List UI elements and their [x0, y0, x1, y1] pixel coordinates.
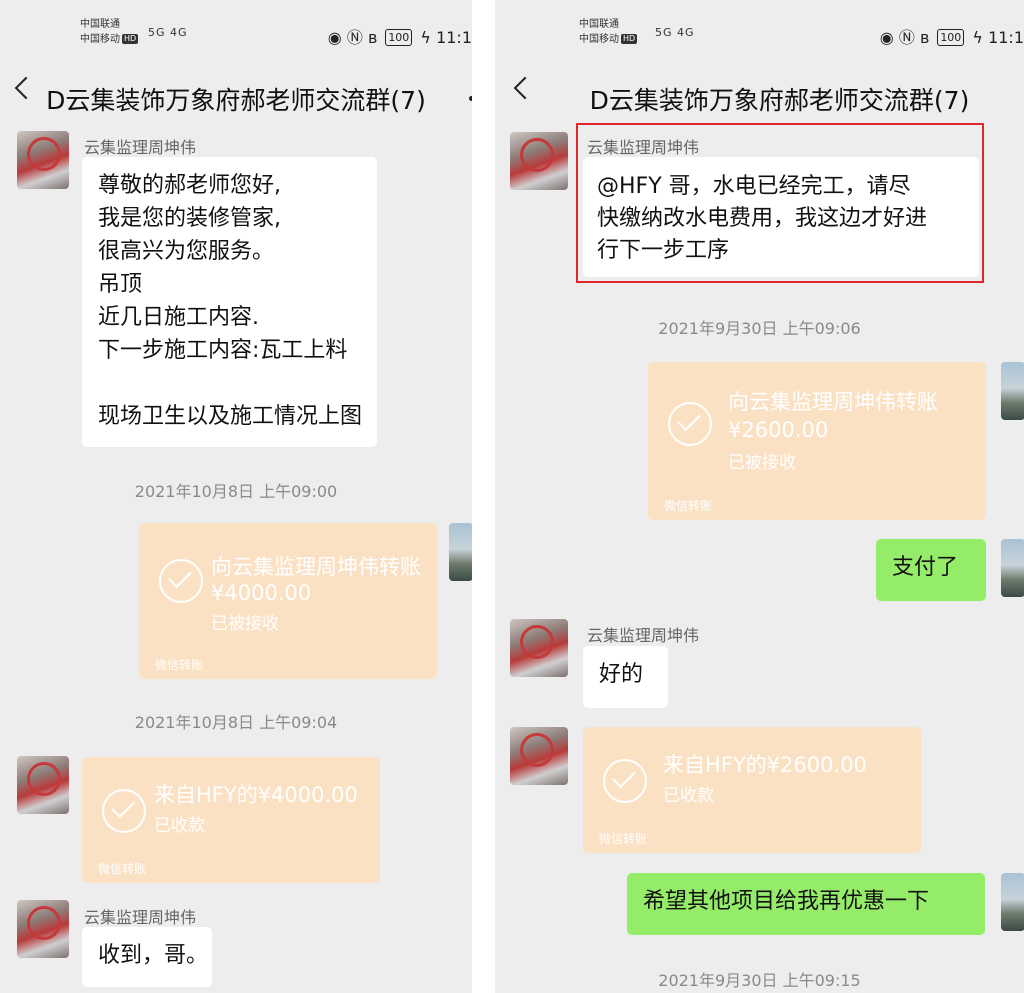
message-line: 希望其他项目给我再优惠一下	[643, 889, 930, 914]
clock: 11:1	[988, 28, 1024, 47]
transfer-title: 来自HFY的¥4000.00	[154, 783, 358, 807]
bluetooth-icon: ʙ	[367, 28, 378, 47]
avatar[interactable]	[17, 900, 69, 958]
transfer-footer: 微信转账	[599, 832, 648, 846]
left-screenshot: 中国联通 中国移动 HD 5G 4G ◉ Ⓝ ʙ 100 ϟ 11:1 D云集装饰…	[0, 0, 472, 993]
status-bar: 中国联通 中国移动 HD 5G 4G ◉ Ⓝ ʙ 100 ϟ 11:1	[495, 0, 1024, 66]
message-bubble[interactable]: 好的	[583, 646, 668, 708]
nfc-icon: Ⓝ	[898, 28, 915, 47]
message-line: 下一步施工内容:瓦工上料	[98, 338, 348, 363]
carrier-info: 中国联通 中国移动 HD	[579, 17, 638, 47]
bluetooth-icon: ʙ	[919, 28, 930, 47]
status-bar: 中国联通 中国移动 HD 5G 4G ◉ Ⓝ ʙ 100 ϟ 11:1	[0, 0, 472, 66]
sender-name: 云集监理周坤伟	[84, 138, 197, 157]
message-line: 尊敬的郝老师您好,	[98, 173, 281, 198]
chat-header: D云集装饰万象府郝老师交流群(7)	[495, 66, 1024, 128]
transfer-amount: ¥4000.00	[211, 581, 312, 605]
message-line: 支付了	[892, 555, 959, 580]
avatar[interactable]	[510, 619, 568, 677]
transfer-status: 已收款	[663, 786, 714, 806]
carrier-info: 中国联通 中国移动 HD	[80, 17, 139, 47]
timestamp: 2021年9月30日 上午09:06	[658, 319, 861, 338]
transfer-card-received[interactable]: 来自HFY的¥4000.00 已收款 微信转账	[82, 757, 380, 883]
transfer-amount: ¥2600.00	[728, 418, 829, 442]
transfer-card-received[interactable]: 来自HFY的¥2600.00 已收款 微信转账	[583, 727, 921, 853]
carrier-2: 中国移动	[579, 34, 619, 45]
sender-name: 云集监理周坤伟	[84, 908, 197, 927]
check-circle-icon	[102, 789, 146, 833]
chat-title: D云集装饰万象府郝老师交流群(7)	[589, 86, 970, 115]
transfer-card-sent[interactable]: 向云集监理周坤伟转账 ¥2600.00 已被接收 微信转账	[648, 362, 986, 520]
avatar[interactable]	[17, 756, 69, 814]
avatar[interactable]	[510, 132, 568, 190]
avatar[interactable]	[510, 727, 568, 785]
nfc-icon: Ⓝ	[346, 28, 363, 47]
message-bubble[interactable]: 收到，哥。	[82, 927, 212, 987]
clock: 11:1	[436, 28, 472, 47]
eye-icon: ◉	[879, 28, 894, 47]
transfer-status: 已收款	[154, 816, 205, 836]
timestamp: 2021年9月30日 上午09:15	[658, 971, 861, 990]
chat-header: D云集装饰万象府郝老师交流群(7)	[0, 66, 472, 128]
charging-icon: ϟ	[972, 28, 983, 47]
check-circle-icon	[603, 759, 647, 803]
battery-icon: 100	[385, 29, 413, 46]
sender-name: 云集监理周坤伟	[587, 626, 700, 645]
my-message-bubble[interactable]: 希望其他项目给我再优惠一下	[627, 873, 985, 935]
more-icon[interactable]	[469, 96, 472, 101]
my-avatar[interactable]	[1001, 539, 1024, 597]
check-circle-icon	[668, 402, 712, 446]
message-line: 吊顶	[98, 272, 143, 297]
chat-title: D云集装饰万象府郝老师交流群(7)	[46, 86, 426, 115]
carrier-1: 中国联通	[80, 19, 120, 30]
right-screenshot: 中国联通 中国移动 HD 5G 4G ◉ Ⓝ ʙ 100 ϟ 11:1 D云集装饰…	[495, 0, 1024, 993]
transfer-footer: 微信转账	[155, 658, 204, 672]
hd-badge: HD	[122, 34, 139, 44]
message-line: 收到，哥。	[98, 943, 209, 968]
transfer-title: 来自HFY的¥2600.00	[663, 753, 867, 777]
my-avatar[interactable]	[1001, 362, 1024, 420]
battery-icon: 100	[937, 29, 965, 46]
timestamp: 2021年10月8日 上午09:00	[134, 482, 338, 501]
charging-icon: ϟ	[420, 28, 431, 47]
message-line: 现场卫生以及施工情况上图	[98, 404, 363, 429]
transfer-footer: 微信转账	[98, 862, 147, 876]
message-line: 近几日施工内容.	[98, 305, 259, 330]
message-bubble[interactable]: 尊敬的郝老师您好, 我是您的装修管家, 很高兴为您服务。 吊顶 近几日施工内容.…	[82, 157, 377, 447]
signal-icon: 5G 4G	[148, 26, 188, 39]
transfer-footer: 微信转账	[664, 499, 713, 513]
signal-icon: 5G 4G	[655, 26, 695, 39]
transfer-title: 向云集监理周坤伟转账	[728, 390, 938, 414]
status-right: ◉ Ⓝ ʙ 100 ϟ 11:1	[328, 24, 472, 48]
highlight-box	[576, 123, 984, 283]
timestamp: 2021年10月8日 上午09:04	[134, 713, 338, 732]
check-circle-icon	[159, 559, 203, 603]
status-right: ◉ Ⓝ ʙ 100 ϟ 11:1	[880, 24, 1024, 48]
eye-icon: ◉	[327, 28, 342, 47]
hd-badge: HD	[621, 34, 638, 44]
message-line: 我是您的装修管家,	[98, 206, 281, 231]
message-line	[98, 367, 361, 400]
message-line: 很高兴为您服务。	[98, 239, 275, 264]
avatar[interactable]	[17, 131, 69, 189]
my-avatar[interactable]	[1001, 873, 1024, 931]
transfer-status: 已被接收	[728, 453, 796, 473]
carrier-2: 中国移动	[80, 34, 120, 45]
my-avatar[interactable]	[449, 523, 472, 581]
transfer-title: 向云集监理周坤伟转账	[211, 555, 421, 579]
carrier-1: 中国联通	[579, 19, 619, 30]
message-line: 好的	[599, 662, 644, 687]
my-message-bubble[interactable]: 支付了	[876, 539, 986, 601]
transfer-status: 已被接收	[211, 614, 279, 634]
transfer-card-sent[interactable]: 向云集监理周坤伟转账 ¥4000.00 已被接收 微信转账	[139, 523, 437, 679]
